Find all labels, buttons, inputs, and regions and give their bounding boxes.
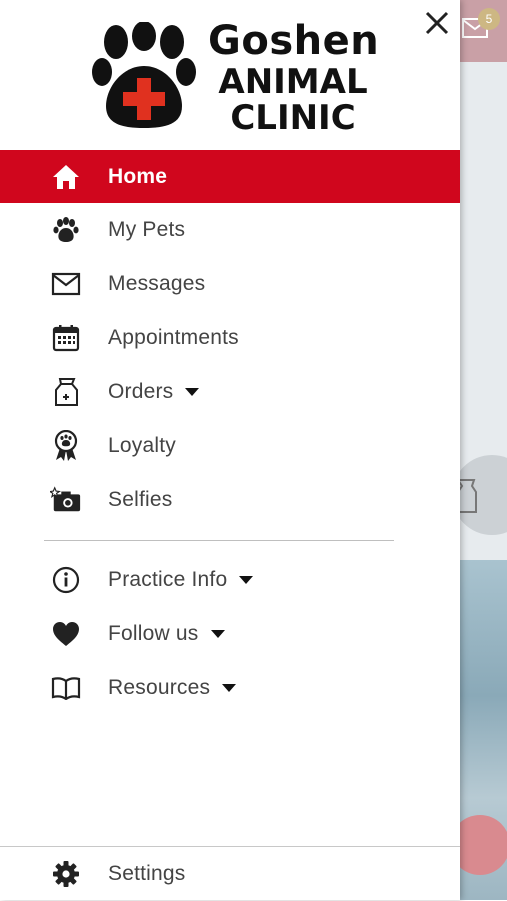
- menu-item-settings[interactable]: Settings: [0, 847, 460, 901]
- paw-cross-logo-icon: [92, 22, 196, 128]
- menu-item-my-pets[interactable]: My Pets: [0, 203, 460, 257]
- chevron-down-icon: [185, 388, 200, 397]
- info-icon: [50, 564, 82, 596]
- menu-item-messages[interactable]: Messages: [0, 257, 460, 311]
- food-bag-icon: [50, 376, 82, 408]
- navigation-drawer: Goshen ANIMAL CLINIC Home My Pets Messag…: [0, 0, 460, 900]
- orders-label: Orders: [108, 380, 174, 403]
- menu-item-appointments[interactable]: Appointments: [0, 311, 460, 365]
- menu-item-label: Selfies: [108, 488, 173, 511]
- chevron-down-icon: [239, 576, 254, 585]
- menu-item-label: Home: [108, 164, 168, 188]
- settings-footer: Settings: [0, 846, 460, 901]
- award-ribbon-icon: [50, 430, 82, 462]
- clinic-logo: Goshen ANIMAL CLINIC: [92, 18, 379, 138]
- follow-us-label: Follow us: [108, 622, 199, 645]
- menu-item-resources[interactable]: Resources: [0, 661, 460, 715]
- menu-item-follow-us[interactable]: Follow us: [0, 607, 460, 661]
- practice-info-label: Practice Info: [108, 568, 228, 591]
- close-button[interactable]: [420, 6, 454, 40]
- logo-line-1: Goshen: [208, 18, 380, 64]
- menu-item-label: Practice Info: [108, 568, 254, 592]
- menu-item-label: Messages: [108, 272, 206, 295]
- menu-item-label: Settings: [108, 862, 186, 885]
- menu-item-label: Orders: [108, 380, 200, 404]
- paw-icon: [50, 214, 82, 246]
- chevron-down-icon: [210, 630, 225, 639]
- camera-icon: [50, 484, 82, 516]
- calendar-icon: [50, 322, 82, 354]
- menu-item-home[interactable]: Home: [0, 150, 460, 203]
- resources-label: Resources: [108, 676, 211, 699]
- menu-item-label: Loyalty: [108, 434, 176, 457]
- close-icon: [425, 11, 449, 35]
- menu-divider: [44, 540, 394, 541]
- logo-line-3: CLINIC: [230, 98, 356, 138]
- menu-item-label: Appointments: [108, 326, 239, 349]
- secondary-menu: Practice Info Follow us Resources: [0, 553, 460, 715]
- heart-icon: [50, 618, 82, 650]
- background-app: 5: [460, 0, 507, 900]
- logo-line-2: ANIMAL: [218, 62, 368, 102]
- main-menu: Home My Pets Messages Appointments Order…: [0, 150, 460, 527]
- book-icon: [50, 672, 82, 704]
- menu-item-label: Resources: [108, 676, 237, 700]
- background-fab: [460, 815, 507, 875]
- logo-text: Goshen ANIMAL CLINIC: [208, 18, 380, 138]
- chevron-down-icon: [222, 684, 237, 693]
- notification-badge: 5: [478, 8, 500, 30]
- envelope-icon: [50, 268, 82, 300]
- gear-icon: [50, 858, 82, 890]
- menu-item-orders[interactable]: Orders: [0, 365, 460, 419]
- menu-item-practice-info[interactable]: Practice Info: [0, 553, 460, 607]
- menu-item-selfies[interactable]: Selfies: [0, 473, 460, 527]
- food-bag-icon: [460, 479, 477, 513]
- menu-item-label: My Pets: [108, 218, 186, 241]
- menu-item-loyalty[interactable]: Loyalty: [0, 419, 460, 473]
- home-icon: [50, 161, 82, 193]
- menu-item-label: Follow us: [108, 622, 225, 646]
